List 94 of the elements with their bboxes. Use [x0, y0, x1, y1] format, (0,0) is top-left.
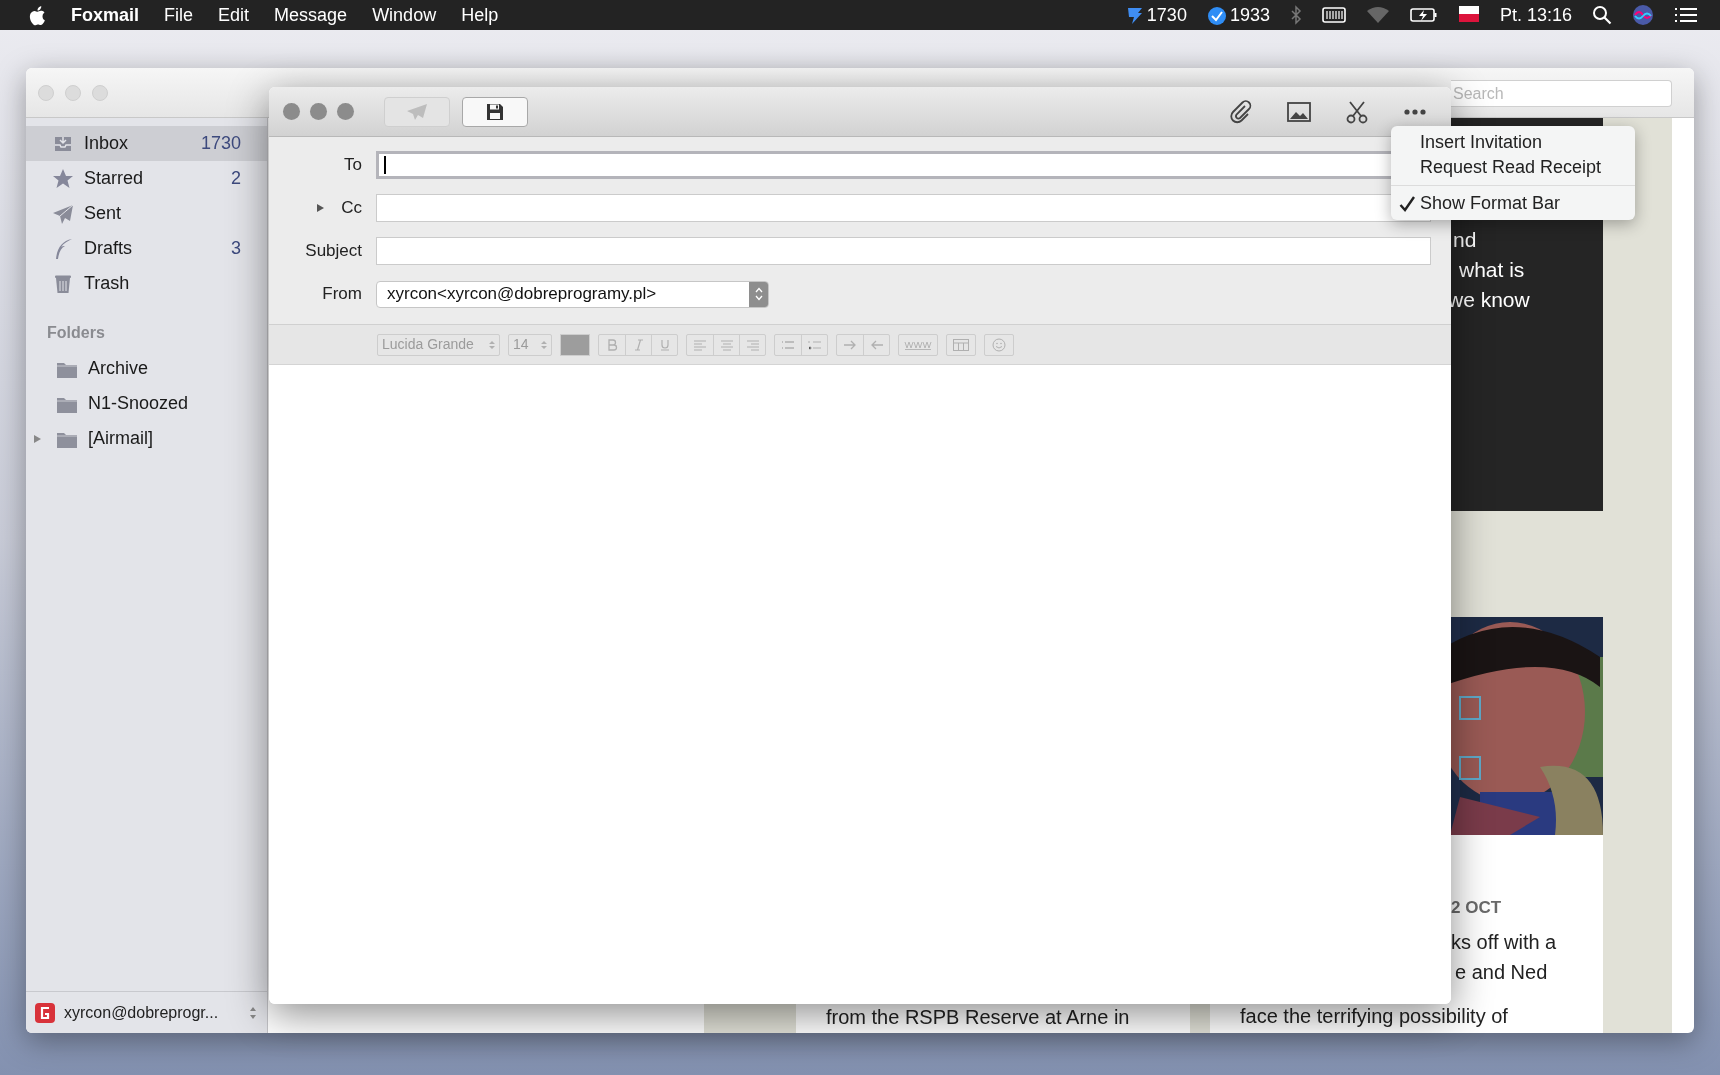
- folder-item[interactable]: [Airmail]: [26, 421, 267, 456]
- stepper-icon[interactable]: [249, 1005, 257, 1020]
- menu-item[interactable]: Message: [274, 1, 348, 29]
- outdent-arrow-icon[interactable]: [869, 338, 884, 351]
- folder-item[interactable]: N1-Snoozed: [26, 386, 267, 421]
- menu-item-label: Request Read Receipt: [1420, 156, 1602, 179]
- menu-item[interactable]: Edit: [218, 1, 250, 29]
- disclosure-triangle-icon[interactable]: [316, 203, 326, 213]
- menu-item-label: Show Format Bar: [1420, 192, 1561, 215]
- banner-text: nd: [1452, 227, 1478, 253]
- field-label: Cc: [341, 197, 362, 220]
- item-label: Drafts: [84, 237, 132, 260]
- image-icon[interactable]: [1287, 101, 1311, 122]
- paper-plane-icon: [52, 202, 74, 225]
- item-label: Inbox: [84, 132, 129, 155]
- unread-count: 3: [231, 237, 241, 260]
- disclosure-triangle-icon[interactable]: [32, 433, 42, 444]
- checkmark-badge-icon[interactable]: [1206, 4, 1227, 26]
- indent-arrow-icon[interactable]: [843, 338, 857, 351]
- wifi-icon[interactable]: [1365, 6, 1390, 24]
- article-text: e and Ned: [1454, 960, 1549, 985]
- save-button[interactable]: [462, 96, 528, 127]
- status-counter: 1933: [1229, 3, 1270, 27]
- stepper-icon: [754, 287, 763, 301]
- status-counter: 1730: [1146, 3, 1187, 27]
- article-date: 2 OCT: [1450, 897, 1503, 919]
- window-control[interactable]: [92, 85, 108, 101]
- menu-item[interactable]: Request Read Receipt: [1391, 155, 1635, 180]
- smiley-icon[interactable]: [992, 337, 1006, 352]
- stepper-icon: [541, 339, 547, 350]
- clock[interactable]: Pt. 13:16: [1499, 1, 1572, 29]
- keyboard-icon[interactable]: [1321, 6, 1346, 24]
- search-field[interactable]: Search: [1451, 80, 1672, 107]
- menu-item[interactable]: File: [164, 1, 194, 29]
- item-label: Sent: [84, 202, 122, 225]
- bluetooth-icon[interactable]: [1289, 5, 1302, 25]
- app-logo-icon: [34, 1001, 56, 1024]
- menu-item[interactable]: Help: [461, 1, 499, 29]
- field-label: Subject: [305, 240, 362, 263]
- paper-plane-icon: [406, 102, 428, 121]
- app-name[interactable]: Foxmail: [71, 1, 140, 29]
- color-swatch-button[interactable]: [560, 333, 590, 356]
- menu-item[interactable]: Show Format Bar: [1391, 191, 1635, 216]
- window-control[interactable]: [38, 85, 54, 101]
- article-text: from the RSPB Reserve at Arne in: [826, 1005, 1131, 1030]
- sidebar-item[interactable]: Inbox 1730: [26, 126, 267, 161]
- field-label: To: [344, 154, 362, 177]
- search-icon[interactable]: [1592, 5, 1612, 25]
- battery-icon[interactable]: [1409, 6, 1438, 24]
- banner-text: what is: [1458, 257, 1526, 283]
- item-label: Starred: [84, 167, 144, 190]
- window-control[interactable]: [283, 103, 300, 120]
- select-value: xyrcon<xyrcon@dobreprogramy.pl>: [387, 283, 657, 306]
- select-value: Lucida Grande: [382, 335, 474, 354]
- folder-label: [Airmail]: [88, 427, 153, 450]
- item-label: Trash: [84, 272, 130, 295]
- unread-count: 1730: [200, 132, 241, 155]
- sidebar-item[interactable]: Sent: [26, 196, 267, 231]
- more-icon[interactable]: [1403, 107, 1427, 116]
- article-text: ks off with a: [1450, 930, 1558, 955]
- sidebar-item[interactable]: Drafts 3: [26, 231, 267, 266]
- article-text: face the terrifying possibility of: [1239, 1004, 1509, 1029]
- window-control[interactable]: [310, 103, 327, 120]
- menu-item[interactable]: Window: [372, 1, 437, 29]
- unread-count: 2: [231, 167, 241, 190]
- section-heading: Folders: [46, 323, 106, 343]
- text-field[interactable]: [376, 237, 1431, 265]
- text-caret: [384, 156, 386, 174]
- window-control[interactable]: [65, 85, 81, 101]
- folder-label: Archive: [88, 357, 149, 380]
- star-icon: [52, 167, 74, 190]
- sidebar-item[interactable]: Starred 2: [26, 161, 267, 196]
- sender-select[interactable]: xyrcon<xyrcon@dobreprogramy.pl>: [376, 280, 769, 308]
- numbered-list-icon[interactable]: [807, 338, 822, 351]
- scissors-icon[interactable]: [1345, 99, 1369, 124]
- bold-icon[interactable]: [605, 338, 619, 351]
- siri-icon[interactable]: [1632, 4, 1654, 26]
- link-icon[interactable]: [904, 339, 932, 350]
- stepper-icon: [489, 339, 495, 350]
- field-label: From: [322, 283, 362, 306]
- account-label: xyrcon@dobreprogr...: [64, 1002, 219, 1023]
- table-icon[interactable]: [953, 338, 969, 351]
- sidebar-item[interactable]: Trash: [26, 266, 267, 301]
- folder-label: N1-Snoozed: [88, 392, 189, 415]
- paperclip-icon[interactable]: [1229, 99, 1253, 124]
- window-control[interactable]: [337, 103, 354, 120]
- menu-item[interactable]: Insert Invitation: [1391, 130, 1635, 155]
- apple-icon[interactable]: [28, 4, 46, 26]
- account-switcher[interactable]: xyrcon@dobreprogr...: [26, 991, 267, 1033]
- select-value: 14: [513, 335, 529, 354]
- menu-item-label: Insert Invitation: [1420, 131, 1543, 154]
- folder-item[interactable]: Archive: [26, 351, 267, 386]
- list-icon[interactable]: [1674, 6, 1698, 24]
- bullet-list-icon[interactable]: [781, 338, 795, 351]
